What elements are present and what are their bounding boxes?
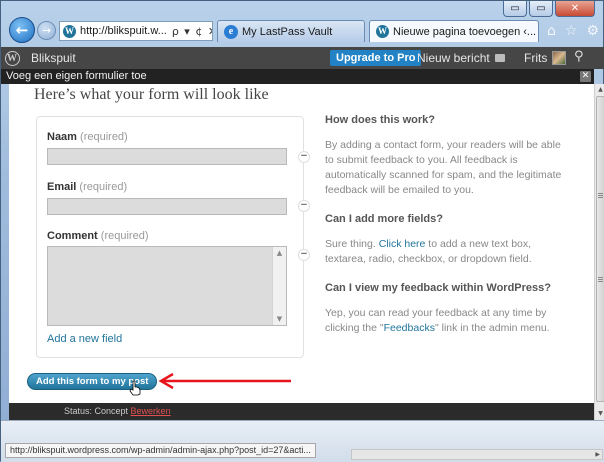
tab-close-icon[interactable]: ✕: [536, 25, 538, 38]
browser-status-bar: http://blikspuit.wordpress.com/wp-admin/…: [1, 420, 604, 462]
address-bar[interactable]: W http://blikspuit.w... ρ ▾ ¢ ✕: [59, 21, 213, 41]
help-question: How does this work?: [325, 114, 436, 126]
help-text: " link in the admin menu.: [434, 322, 550, 334]
scroll-up-arrow-icon[interactable]: ▲: [596, 85, 604, 95]
navigation-bar: ← → W http://blikspuit.w... ρ ▾ ¢ ✕ e My…: [1, 15, 604, 43]
post-status-text: Status: Concept: [64, 406, 131, 416]
address-tools-icons[interactable]: ρ ▾ ¢ ✕: [172, 25, 212, 38]
grip-line: [598, 197, 603, 198]
scroll-right-arrow-icon[interactable]: ▶: [595, 450, 600, 459]
field-label-email: Email (required): [47, 181, 127, 193]
help-answer: By adding a contact form, your readers w…: [325, 139, 562, 196]
help-answer: Sure thing. Click here to add a new text…: [325, 237, 565, 267]
feedbacks-link[interactable]: Feedbacks: [384, 322, 435, 334]
field-label-comment: Comment (required): [47, 230, 148, 242]
tab-lastpass-vault[interactable]: e My LastPass Vault: [217, 20, 365, 42]
field-label-naam: Naam (required): [47, 131, 128, 143]
required-hint: (required): [79, 181, 128, 193]
user-name: Frits: [524, 51, 548, 65]
field-label-text: Naam: [47, 131, 77, 143]
page-scrollbar[interactable]: ▲ ▼: [594, 84, 604, 420]
browser-window: ▭ ▭ ✕ ← → W http://blikspuit.w... ρ ▾ ¢ …: [0, 0, 604, 462]
wordpress-favicon-icon: W: [63, 24, 76, 38]
modal-title: Voeg een eigen formulier toe: [6, 70, 147, 82]
email-field[interactable]: [47, 198, 287, 215]
wordpress-logo-icon: W: [4, 50, 20, 66]
user-menu[interactable]: Frits: [524, 47, 567, 69]
scrollbar-thumb[interactable]: [596, 96, 604, 402]
required-hint: (required): [80, 131, 128, 143]
address-text[interactable]: http://blikspuit.w...: [80, 25, 167, 37]
forward-arrow-icon: →: [41, 24, 52, 37]
field-label-text: Comment: [47, 230, 98, 242]
naam-field[interactable]: [47, 148, 287, 165]
scroll-down-arrow-icon[interactable]: ▼: [596, 409, 604, 419]
help-question: Can I view my feedback within WordPress?: [325, 282, 551, 294]
click-here-link[interactable]: Click here: [379, 238, 426, 250]
browser-toolbar-icons: ⌂ ☆ ⚙: [547, 23, 599, 39]
red-arrow-annotation: [158, 373, 291, 389]
add-new-field-link[interactable]: Add a new field: [47, 333, 122, 345]
grip-line: [598, 277, 603, 278]
upgrade-to-pro-button[interactable]: Upgrade to Pro: [330, 50, 422, 66]
avatar: [552, 51, 567, 65]
grip-line: [598, 281, 603, 282]
scroll-down-arrow-icon[interactable]: ▼: [273, 313, 286, 325]
post-status-strip: Status: Concept Bewerken: [9, 403, 594, 420]
horizontal-scrollbar[interactable]: ▶: [351, 449, 603, 460]
back-button[interactable]: ←: [9, 17, 35, 43]
field-label-text: Email: [47, 181, 77, 193]
favorites-star-icon[interactable]: ☆: [565, 23, 578, 39]
home-icon[interactable]: ⌂: [547, 23, 556, 39]
back-arrow-icon: ←: [15, 21, 29, 39]
new-post-link[interactable]: Nieuw bericht: [417, 47, 490, 69]
grip-line: [598, 193, 603, 194]
grip-line: [598, 279, 603, 280]
grip-line: [598, 195, 603, 196]
remove-comment-field-icon[interactable]: −: [298, 249, 310, 261]
scroll-up-arrow-icon[interactable]: ▲: [273, 247, 286, 259]
help-question: Can I add more fields?: [325, 213, 443, 225]
wordpress-logo-button[interactable]: W: [1, 47, 23, 69]
form-preview-box: Naam (required) Email (required) Comment…: [36, 116, 304, 358]
tab-new-page[interactable]: W Nieuwe pagina toevoegen ‹... ✕: [369, 20, 539, 42]
tools-gear-icon[interactable]: ⚙: [586, 23, 599, 39]
modal-content: Here’s what your form will look like Naa…: [9, 84, 594, 420]
internet-explorer-icon: e: [224, 24, 238, 39]
textarea-scrollbar[interactable]: ▲ ▼: [272, 247, 286, 325]
comment-textarea[interactable]: ▲ ▼: [47, 246, 287, 326]
hand-cursor-icon: [129, 380, 141, 396]
wordpress-favicon-icon: W: [376, 25, 389, 38]
tab-label: Nieuwe pagina toevoegen ‹...: [393, 25, 537, 38]
wordpress-admin-bar: W Blikspuit Upgrade to Pro Nieuw bericht…: [1, 47, 604, 69]
site-name-link[interactable]: Blikspuit: [31, 51, 76, 65]
required-hint: (required): [100, 230, 149, 242]
notifications-icon[interactable]: [495, 54, 505, 62]
modal-title-bar: Voeg een eigen formulier toe ✕: [1, 69, 594, 84]
forward-button[interactable]: →: [37, 21, 56, 40]
edit-status-link[interactable]: Bewerken: [131, 406, 171, 416]
help-sidebar: How does this work? By adding a contact …: [325, 113, 565, 350]
remove-email-field-icon[interactable]: −: [298, 200, 310, 212]
hover-url-hint: http://blikspuit.wordpress.com/wp-admin/…: [5, 443, 316, 458]
form-preview-heading: Here’s what your form will look like: [34, 86, 269, 103]
help-text: Sure thing.: [325, 238, 379, 250]
tab-label: My LastPass Vault: [242, 25, 333, 38]
search-icon[interactable]: ⚲: [574, 49, 584, 64]
remove-naam-field-icon[interactable]: −: [298, 151, 310, 163]
modal-close-icon[interactable]: ✕: [580, 71, 591, 82]
help-answer: Yep, you can read your feedback at any t…: [325, 306, 565, 336]
